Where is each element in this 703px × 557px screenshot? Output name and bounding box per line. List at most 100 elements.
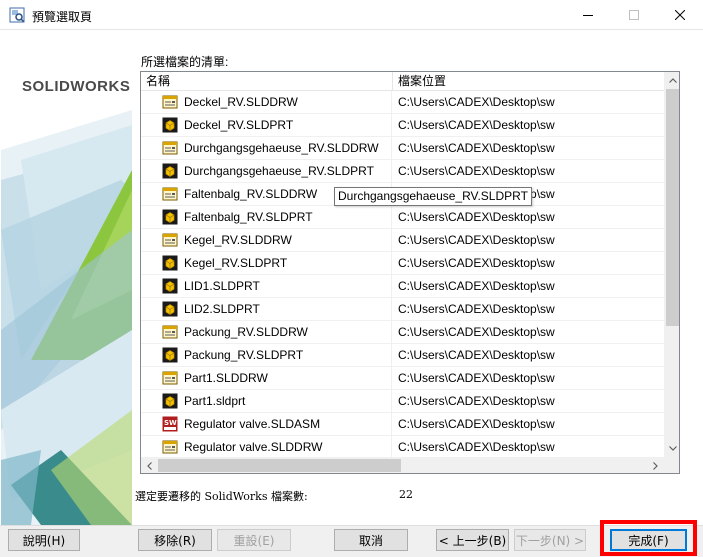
file-name: LID1.SLDPRT [184,279,260,293]
vertical-scrollbar[interactable] [664,72,679,457]
file-location-cell: C:\Users\CADEX\Desktop\sw [398,440,555,454]
part-icon [162,117,178,133]
file-name-cell[interactable]: LID2.SLDPRT [141,298,392,320]
file-name: Durchgangsgehaeuse_RV.SLDDRW [184,141,379,155]
file-location-cell: C:\Users\CADEX\Desktop\sw [398,302,555,316]
file-list[interactable]: 名稱 檔案位置 Deckel_RV.SLDDRW C:\Users\CADEX\D… [140,71,680,474]
drawing-icon [162,370,178,386]
list-header: 名稱 檔案位置 [141,72,664,91]
file-name-cell[interactable]: Packung_RV.SLDPRT [141,344,392,366]
list-item[interactable]: Part1.sldprt C:\Users\CADEX\Desktop\sw [141,390,664,413]
file-name: Part1.sldprt [184,394,246,408]
file-location-cell: C:\Users\CADEX\Desktop\sw [398,141,555,155]
close-button[interactable] [657,0,703,30]
file-location-cell: C:\Users\CADEX\Desktop\sw [398,394,555,408]
scroll-up-button[interactable] [664,72,679,89]
column-header-location[interactable]: 檔案位置 [393,72,664,91]
drawing-icon [162,324,178,340]
reset-button[interactable]: 重設(E) [217,529,291,551]
maximize-button[interactable] [611,0,657,30]
file-location-cell: C:\Users\CADEX\Desktop\sw [398,233,555,247]
drawing-icon [162,232,178,248]
list-item[interactable]: Durchgangsgehaeuse_RV.SLDDRW C:\Users\CAD… [141,137,664,160]
list-item[interactable]: Packung_RV.SLDPRT C:\Users\CADEX\Desktop\… [141,344,664,367]
file-name-cell[interactable]: Part1.sldprt [141,390,392,412]
scrollbar-corner [664,457,679,473]
scroll-right-button[interactable] [647,457,664,473]
file-name: Faltenbalg_RV.SLDPRT [184,210,313,224]
finish-button[interactable]: 完成(F) [610,529,687,551]
part-icon [162,255,178,271]
list-item[interactable]: Durchgangsgehaeuse_RV.SLDPRT C:\Users\CAD… [141,160,664,183]
list-item[interactable]: Regulator valve.SLDDRW C:\Users\CADEX\Des… [141,436,664,459]
drawing-icon [162,94,178,110]
part-icon [162,301,178,317]
file-location-cell: C:\Users\CADEX\Desktop\sw [398,325,555,339]
brand-logo-text: SOLIDWORKS [22,78,131,95]
file-location-cell: C:\Users\CADEX\Desktop\sw [398,348,555,362]
list-item[interactable]: S W Regulator valve.SLDASM C:\Users\CADEX\D… [141,413,664,436]
list-item[interactable]: Packung_RV.SLDDRW C:\Users\CADEX\Desktop\… [141,321,664,344]
vertical-scroll-thumb[interactable] [666,89,679,326]
minimize-button[interactable] [565,0,611,30]
list-item[interactable]: LID2.SLDPRT C:\Users\CADEX\Desktop\sw [141,298,664,321]
drawing-icon [162,186,178,202]
scroll-left-button[interactable] [141,457,158,473]
file-name-cell[interactable]: Deckel_RV.SLDDRW [141,91,392,113]
file-location-cell: C:\Users\CADEX\Desktop\sw [398,417,555,431]
next-button[interactable]: 下一步(N) > [514,529,586,551]
horizontal-scroll-thumb[interactable] [158,459,401,472]
list-item[interactable]: Deckel_RV.SLDDRW C:\Users\CADEX\Desktop\s… [141,91,664,114]
list-item[interactable]: Faltenbalg_RV.SLDPRT C:\Users\CADEX\Deskt… [141,206,664,229]
file-name: Faltenbalg_RV.SLDDRW [184,187,318,201]
file-name-cell[interactable]: S W Regulator valve.SLDASM [141,413,392,435]
chevron-up-icon [668,78,677,83]
file-name-cell[interactable]: Durchgangsgehaeuse_RV.SLDPRT [141,160,392,182]
file-name-cell[interactable]: Faltenbalg_RV.SLDPRT [141,206,392,228]
side-panel-artwork [1,110,132,525]
list-item[interactable]: Deckel_RV.SLDPRT C:\Users\CADEX\Desktop\s… [141,114,664,137]
file-name-cell[interactable]: LID1.SLDPRT [141,275,392,297]
list-item[interactable]: Kegel_RV.SLDPRT C:\Users\CADEX\Desktop\sw [141,252,664,275]
file-name-cell[interactable]: Part1.SLDDRW [141,367,392,389]
drawing-icon [162,439,178,455]
app-icon [9,7,25,23]
horizontal-scrollbar[interactable] [141,457,664,473]
file-name: Regulator valve.SLDASM [184,417,321,431]
column-header-name[interactable]: 名稱 [141,72,393,91]
file-location-cell: C:\Users\CADEX\Desktop\sw [398,256,555,270]
file-name: Part1.SLDDRW [184,371,268,385]
cancel-button[interactable]: 取消 [334,529,408,551]
file-name-cell[interactable]: Packung_RV.SLDDRW [141,321,392,343]
list-item[interactable]: Kegel_RV.SLDDRW C:\Users\CADEX\Desktop\sw [141,229,664,252]
file-name: Packung_RV.SLDDRW [184,325,308,339]
file-name-cell[interactable]: Kegel_RV.SLDPRT [141,252,392,274]
chevron-right-icon [653,461,658,470]
file-name: Kegel_RV.SLDDRW [184,233,292,247]
file-name-cell[interactable]: Durchgangsgehaeuse_RV.SLDDRW [141,137,392,159]
part-icon [162,393,178,409]
file-name-cell[interactable]: Kegel_RV.SLDDRW [141,229,392,251]
list-item[interactable]: Part1.SLDDRW C:\Users\CADEX\Desktop\sw [141,367,664,390]
help-button[interactable]: 說明(H) [8,529,80,551]
part-icon [162,347,178,363]
drawing-icon [162,140,178,156]
file-name-cell[interactable]: Regulator valve.SLDDRW [141,436,392,458]
back-button[interactable]: < 上一步(B) [436,529,509,551]
close-icon [675,10,685,20]
part-icon [162,278,178,294]
title-bar: 預覽選取頁 [0,0,703,30]
file-location-cell: C:\Users\CADEX\Desktop\sw [398,371,555,385]
file-name-cell[interactable]: Deckel_RV.SLDPRT [141,114,392,136]
scroll-down-button[interactable] [664,440,679,457]
file-location-cell: C:\Users\CADEX\Desktop\sw [398,279,555,293]
chevron-down-icon [668,446,677,451]
list-item[interactable]: LID1.SLDPRT C:\Users\CADEX\Desktop\sw [141,275,664,298]
file-location-cell: C:\Users\CADEX\Desktop\sw [398,95,555,109]
file-name: Kegel_RV.SLDPRT [184,256,288,270]
file-list-caption: 所選檔案的清單: [141,55,229,69]
window-title: 預覽選取頁 [32,10,93,24]
chevron-left-icon [147,461,152,470]
maximize-icon [629,10,639,20]
remove-button[interactable]: 移除(R) [138,529,212,551]
